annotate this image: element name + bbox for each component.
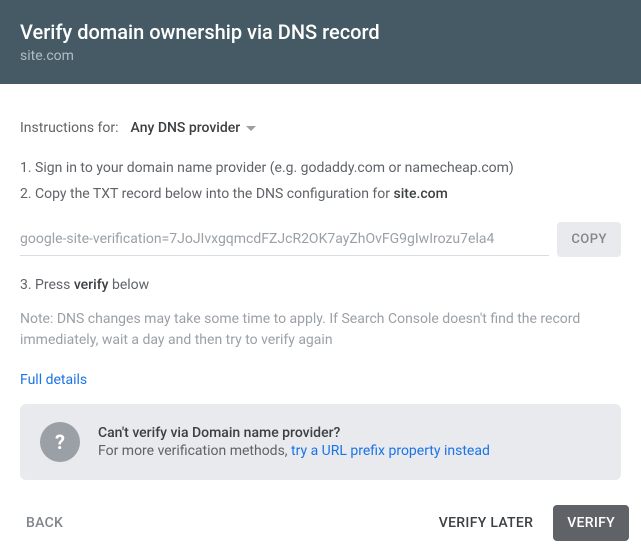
- txt-record-input[interactable]: [20, 223, 549, 256]
- chevron-down-icon: [246, 126, 256, 131]
- alternative-sub-pre: For more verification methods,: [98, 443, 291, 459]
- step-2: 2. Copy the TXT record below into the DN…: [20, 186, 621, 202]
- full-details-link[interactable]: Full details: [20, 372, 87, 388]
- step-3-pre: 3. Press: [20, 277, 74, 293]
- step-2-text: 2. Copy the TXT record below into the DN…: [20, 186, 394, 202]
- txt-record-row: COPY: [20, 222, 621, 257]
- alternative-box: ? Can't verify via Domain name provider?…: [20, 404, 621, 480]
- provider-dropdown[interactable]: Any DNS provider: [131, 120, 257, 136]
- copy-button[interactable]: COPY: [557, 222, 621, 257]
- dialog-content: Instructions for: Any DNS provider 1. Si…: [0, 84, 641, 480]
- verify-later-button[interactable]: VERIFY LATER: [425, 505, 547, 541]
- url-prefix-link[interactable]: try a URL prefix property instead: [291, 443, 490, 459]
- provider-selected: Any DNS provider: [131, 120, 241, 136]
- step-3-verify-word: verify: [74, 277, 109, 293]
- step-3: 3. Press verify below: [20, 277, 621, 293]
- dialog-header: Verify domain ownership via DNS record s…: [0, 0, 641, 84]
- dns-note: Note: DNS changes may take some time to …: [20, 309, 621, 351]
- alternative-subtitle: For more verification methods, try a URL…: [98, 443, 601, 459]
- alternative-text: Can't verify via Domain name provider? F…: [98, 425, 601, 459]
- step-3-post: below: [109, 277, 150, 293]
- alternative-title: Can't verify via Domain name provider?: [98, 425, 601, 441]
- provider-row: Instructions for: Any DNS provider: [20, 120, 621, 136]
- page-title: Verify domain ownership via DNS record: [20, 20, 621, 44]
- step-2-domain: site.com: [394, 186, 448, 202]
- verify-button[interactable]: VERIFY: [553, 505, 629, 541]
- instructions-label: Instructions for:: [20, 120, 119, 136]
- back-button[interactable]: BACK: [12, 505, 77, 541]
- dialog-footer: BACK VERIFY LATER VERIFY: [0, 492, 641, 553]
- step-1: 1. Sign in to your domain name provider …: [20, 160, 621, 176]
- domain-subtitle: site.com: [20, 48, 621, 64]
- help-icon: ?: [40, 422, 80, 462]
